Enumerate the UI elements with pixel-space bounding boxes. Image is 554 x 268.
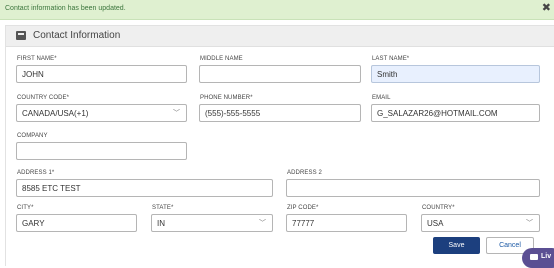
- city-field[interactable]: GARY: [16, 214, 137, 232]
- state-value: IN: [157, 219, 165, 228]
- country-select[interactable]: USA ﹀: [421, 214, 540, 232]
- close-icon[interactable]: ✖: [542, 1, 551, 14]
- email-field[interactable]: G_SALAZAR26@HOTMAIL.COM: [371, 104, 540, 122]
- address1-field[interactable]: 8585 ETC TEST: [16, 179, 273, 197]
- email-label: EMAIL: [372, 95, 391, 101]
- chevron-down-icon: ﹀: [526, 220, 533, 227]
- live-chat-button[interactable]: Liv: [522, 248, 554, 268]
- state-select[interactable]: IN ﹀: [151, 214, 273, 232]
- panel-header: Contact Information: [6, 26, 554, 47]
- middle-name-label: MIDDLE NAME: [200, 56, 243, 62]
- country-value: USA: [427, 219, 444, 228]
- contact-card-icon: [16, 31, 26, 40]
- first-name-field[interactable]: JOHN: [16, 65, 187, 83]
- country-code-value: CANADA/USA(+1): [22, 109, 89, 118]
- middle-name-field[interactable]: [199, 65, 361, 83]
- alert-message: Contact information has been updated.: [5, 5, 126, 12]
- zip-code-field[interactable]: 77777: [286, 214, 407, 232]
- address1-label: ADDRESS 1*: [17, 170, 55, 176]
- last-name-label: LAST NAME*: [372, 56, 410, 62]
- phone-number-field[interactable]: (555)-555-5555: [199, 104, 361, 122]
- last-name-field[interactable]: Smith: [371, 65, 540, 83]
- save-button[interactable]: Save: [433, 237, 480, 254]
- country-code-label: COUNTRY CODE*: [17, 95, 70, 101]
- address2-field[interactable]: [286, 179, 540, 197]
- zip-code-label: ZIP CODE*: [287, 205, 319, 211]
- chevron-down-icon: ﹀: [259, 220, 266, 227]
- success-alert: Contact information has been updated. ✖: [0, 0, 554, 20]
- city-label: CITY*: [17, 205, 34, 211]
- state-label: STATE*: [152, 205, 174, 211]
- live-chat-label: Liv: [541, 253, 552, 260]
- address2-label: ADDRESS 2: [287, 170, 322, 176]
- phone-number-label: PHONE NUMBER*: [200, 95, 253, 101]
- chat-bubble-icon: [530, 254, 538, 260]
- first-name-label: FIRST NAME*: [17, 56, 57, 62]
- company-field[interactable]: [16, 142, 187, 160]
- country-label: COUNTRY*: [422, 205, 455, 211]
- country-code-select[interactable]: CANADA/USA(+1) ﹀: [16, 104, 187, 122]
- chevron-down-icon: ﹀: [173, 110, 180, 117]
- panel-title: Contact Information: [33, 30, 121, 41]
- company-label: COMPANY: [17, 133, 48, 139]
